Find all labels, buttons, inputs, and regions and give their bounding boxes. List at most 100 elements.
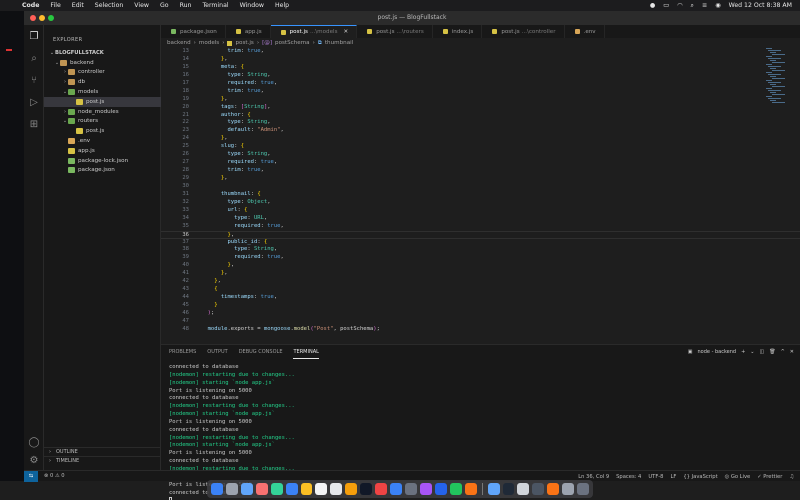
control-center-icon[interactable]: ≡ <box>702 2 707 9</box>
code-line[interactable]: 46 ); <box>161 310 800 318</box>
prettier-status[interactable]: ✓ Prettier <box>757 474 782 480</box>
minimap[interactable] <box>763 48 800 108</box>
kill-terminal-icon[interactable]: 🗑 <box>769 349 775 355</box>
code-line[interactable]: 27 required: true, <box>161 159 800 167</box>
menu-edit[interactable]: Edit <box>72 2 84 9</box>
media-icon[interactable]: ● <box>650 2 655 9</box>
launchpad-icon[interactable] <box>225 483 238 495</box>
account-icon[interactable]: ◯ <box>28 437 40 449</box>
tree-item[interactable]: › controller <box>44 68 161 78</box>
remote-indicator-icon[interactable]: ⇆ <box>24 470 38 482</box>
reminders-icon[interactable] <box>345 483 358 495</box>
menu-terminal[interactable]: Terminal <box>202 2 228 9</box>
tree-item[interactable]: ⌄ models <box>44 87 161 97</box>
new-terminal-icon[interactable]: + <box>741 349 745 355</box>
source-control-icon[interactable]: ⑂ <box>28 75 40 87</box>
siri-icon[interactable]: ◉ <box>715 2 720 9</box>
code-editor[interactable]: 13 trim: true, 14 }, 15 meta: {16 type: St… <box>161 48 800 344</box>
code-line[interactable]: 29 }, <box>161 175 800 183</box>
system-settings-icon[interactable] <box>404 483 417 495</box>
breadcrumb-item[interactable]: backend <box>167 40 191 46</box>
menu-run[interactable]: Run <box>180 2 192 9</box>
code-line[interactable]: 40 }, <box>161 262 800 270</box>
code-line[interactable]: 45 } <box>161 302 800 310</box>
code-line[interactable]: 44 timestamps: true, <box>161 294 800 302</box>
editor-tab[interactable]: .env <box>565 25 605 38</box>
menu-selection[interactable]: Selection <box>95 2 124 9</box>
code-line[interactable]: 13 trim: true, <box>161 48 800 56</box>
preview-icon[interactable] <box>487 483 500 495</box>
editor-tab[interactable]: app.js <box>226 25 271 38</box>
notes-icon[interactable] <box>330 483 343 495</box>
close-window-icon[interactable] <box>30 15 36 21</box>
breadcrumb-item[interactable]: post.js <box>235 40 253 46</box>
close-panel-icon[interactable]: ✕ <box>790 349 794 355</box>
code-line[interactable]: 16 type: String, <box>161 72 800 80</box>
search-view-icon[interactable]: ⌕ <box>28 53 40 65</box>
tree-item[interactable]: package.json <box>44 166 161 176</box>
split-terminal-icon[interactable]: ◫ <box>760 349 765 355</box>
go-live-button[interactable]: ◎ Go Live <box>725 474 751 480</box>
indentation[interactable]: Spaces: 4 <box>616 474 641 480</box>
close-tab-icon[interactable]: ✕ <box>344 29 349 35</box>
code-line[interactable]: 34 type: URL, <box>161 215 800 223</box>
messages-icon[interactable] <box>270 483 283 495</box>
end-of-line[interactable]: LF <box>670 474 676 480</box>
tree-item[interactable]: post.js <box>44 96 161 107</box>
code-line[interactable]: 22 type: String, <box>161 119 800 127</box>
editor-tab[interactable]: post.js ...\routers <box>357 25 433 38</box>
manage-gear-icon[interactable]: ⚙ <box>28 455 40 467</box>
zoom-window-icon[interactable] <box>48 15 54 21</box>
breadcrumb-item[interactable]: models <box>199 40 219 46</box>
code-line[interactable]: 41 }, <box>161 270 800 278</box>
vscode-icon[interactable] <box>434 483 447 495</box>
menu-app-name[interactable]: Code <box>22 2 39 9</box>
battery-icon[interactable]: ▭ <box>663 2 669 9</box>
cursor-position[interactable]: Ln 36, Col 9 <box>578 474 609 480</box>
code-line[interactable]: 39 required: true, <box>161 254 800 262</box>
terminal-shell-name[interactable]: node - backend <box>698 349 737 355</box>
project-root[interactable]: ⌄ BLOGFULLSTACK <box>44 48 161 58</box>
menu-view[interactable]: View <box>134 2 149 9</box>
photos-icon[interactable] <box>300 483 313 495</box>
firefox-icon[interactable] <box>547 483 560 495</box>
editor-tab[interactable]: package.json <box>161 25 226 38</box>
minimize-window-icon[interactable] <box>39 15 45 21</box>
code-line[interactable]: 47 <box>161 318 800 326</box>
code-line[interactable]: 25 slug: { <box>161 143 800 151</box>
terminal-app-icon[interactable] <box>502 483 515 495</box>
code-line[interactable]: 26 type: String, <box>161 151 800 159</box>
music-icon[interactable] <box>375 483 388 495</box>
code-line[interactable]: 32 type: Object, <box>161 199 800 207</box>
breadcrumb-item[interactable]: postSchema <box>275 40 310 46</box>
code-line[interactable]: 33 url: { <box>161 207 800 215</box>
extensions-icon[interactable]: ⊞ <box>28 119 40 131</box>
document-icon[interactable] <box>517 483 530 495</box>
encoding[interactable]: UTF-8 <box>648 474 663 480</box>
calendar-icon[interactable] <box>315 483 328 495</box>
editor-tab[interactable]: post.js ...\models ✕ <box>270 25 358 38</box>
code-line[interactable]: 14 }, <box>161 56 800 64</box>
tree-item[interactable]: ⌄ backend <box>44 58 161 68</box>
code-line[interactable]: 30 <box>161 183 800 191</box>
menu-help[interactable]: Help <box>275 2 289 9</box>
run-debug-icon[interactable]: ▷ <box>28 97 40 109</box>
code-line[interactable]: 21 author: { <box>161 112 800 120</box>
app-store-icon[interactable] <box>390 483 402 495</box>
code-line[interactable]: 36 }, <box>161 230 800 239</box>
code-line[interactable]: 19 }, <box>161 96 800 104</box>
tab-terminal[interactable]: TERMINAL <box>293 345 319 359</box>
code-line[interactable]: 17 required: true, <box>161 80 800 88</box>
menu-window[interactable]: Window <box>240 2 264 9</box>
editor-tab[interactable]: post.js ...\controller <box>482 25 565 38</box>
code-line[interactable]: 20 tags: [String], <box>161 104 800 112</box>
chevron-down-icon[interactable]: ⌄ <box>750 349 754 355</box>
wifi-icon[interactable]: ◠ <box>677 2 682 9</box>
search-icon[interactable]: ⌕ <box>691 2 694 10</box>
tab-debug-console[interactable]: DEBUG CONSOLE <box>239 345 283 359</box>
code-line[interactable]: 42 }, <box>161 278 800 286</box>
maximize-panel-icon[interactable]: ^ <box>781 349 785 355</box>
mail-icon[interactable] <box>285 483 298 495</box>
editor-tab[interactable]: index.js <box>433 25 483 38</box>
downloads-icon[interactable] <box>532 483 545 495</box>
